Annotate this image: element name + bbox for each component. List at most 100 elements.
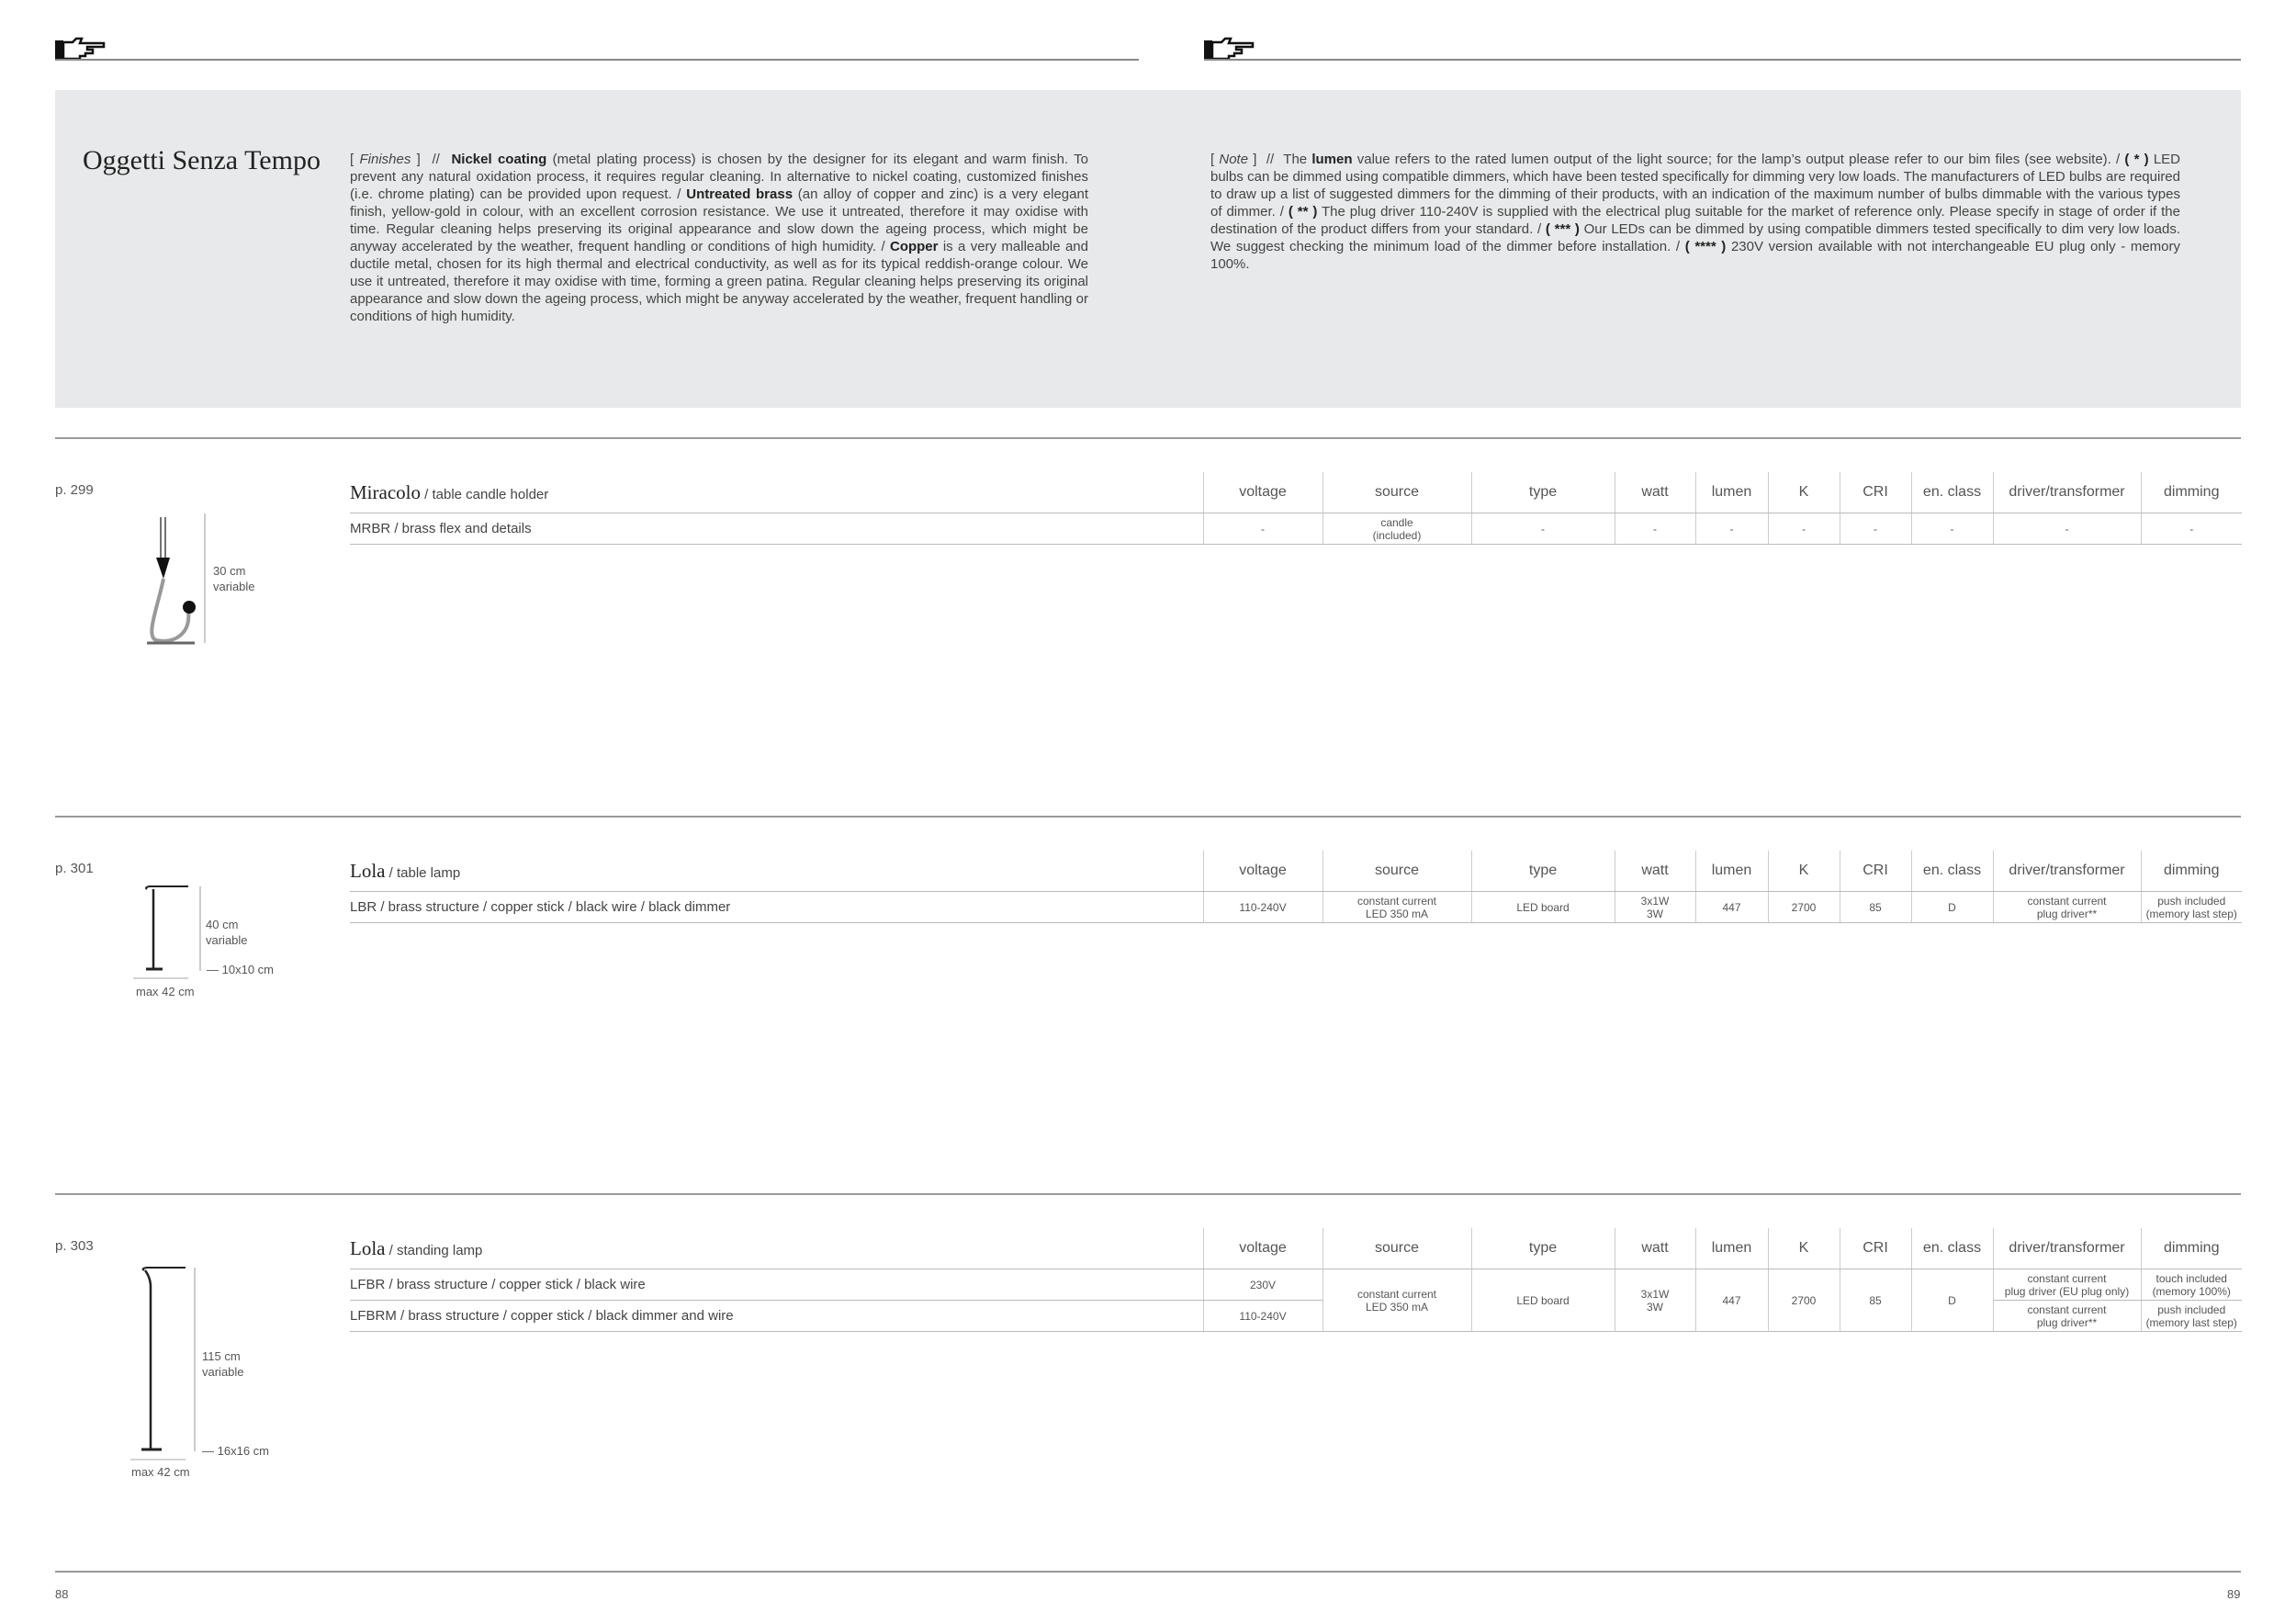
product-title: Lola / table lamp xyxy=(350,851,1203,892)
col-dimming: dimming xyxy=(2140,472,2242,513)
col-lumen: lumen xyxy=(1694,472,1768,513)
lola-standing-max-label: max 42 cm xyxy=(131,1465,190,1479)
product-name: Miracolo xyxy=(350,480,421,503)
nickel-coating-term: Nickel coating xyxy=(451,152,547,167)
cell-dimming: push included (memory last step) xyxy=(2140,891,2242,923)
product-kind: / table candle holder xyxy=(420,486,549,502)
note-marker-1: ( * ) xyxy=(2124,152,2149,167)
finishes-sep: // xyxy=(432,152,440,167)
cell-voltage: 230V xyxy=(1202,1269,1322,1301)
col-cri: CRI xyxy=(1839,851,1911,892)
cell-k: - xyxy=(1767,513,1840,545)
cell-source-l1: candle xyxy=(1380,515,1413,529)
col-watt: watt xyxy=(1614,851,1695,892)
cell-en-class: D xyxy=(1910,1269,1993,1332)
cell-source: candle (included) xyxy=(1322,513,1471,545)
cell-watt: - xyxy=(1614,513,1695,545)
cell-dimming: push included (memory last step) xyxy=(2140,1300,2242,1332)
cell-voltage: 110-240V xyxy=(1202,891,1322,923)
cell-driver: - xyxy=(1992,513,2141,545)
lola-standing-height-note: variable xyxy=(202,1365,244,1379)
cell-dimming-l1: push included xyxy=(2157,1303,2226,1316)
untreated-brass-term: Untreated brass xyxy=(686,186,793,202)
cell-watt-l2: 3W xyxy=(1647,1300,1663,1314)
copper-term: Copper xyxy=(889,239,939,254)
note-sep: // xyxy=(1266,152,1275,167)
miracolo-height-label: 30 cm variable xyxy=(213,563,255,594)
section-divider-1 xyxy=(55,437,2241,439)
col-cri: CRI xyxy=(1839,472,1911,513)
cell-driver-l2: plug driver** xyxy=(2036,1315,2098,1329)
col-source: source xyxy=(1322,851,1471,892)
note-paragraph: [ Note ] // The lumen value refers to th… xyxy=(1210,152,2181,272)
cell-dimming-l2: (memory 100%) xyxy=(2152,1284,2231,1298)
page-ref-lola-table: p. 301 xyxy=(55,861,94,876)
cell-type: LED board xyxy=(1470,891,1615,923)
table-row: LFBR / brass structure / copper stick / … xyxy=(350,1269,2242,1332)
col-driver: driver/transformer xyxy=(1992,851,2141,892)
lola-table-base: 10x10 cm xyxy=(221,963,274,976)
cell-dimming: - xyxy=(2140,513,2242,545)
cell-cri: - xyxy=(1839,513,1911,545)
cell-dimming-l1: touch included xyxy=(2155,1271,2227,1285)
product-code: LFBR / brass structure / copper stick / … xyxy=(350,1269,1203,1301)
col-en-class: en. class xyxy=(1910,851,1993,892)
miracolo-height: 30 cm xyxy=(213,564,246,578)
col-k: K xyxy=(1767,472,1840,513)
product-title: Lola / standing lamp xyxy=(350,1228,1203,1269)
page-ref-miracolo: p. 299 xyxy=(55,482,94,498)
pointing-hand-icon-left xyxy=(55,37,106,61)
cell-source: constant current LED 350 mA xyxy=(1322,891,1471,923)
cell-type: LED board xyxy=(1470,1269,1615,1332)
cell-voltage: - xyxy=(1202,513,1322,545)
col-k: K xyxy=(1767,851,1840,892)
product-title: Miracolo / table candle holder xyxy=(350,472,1203,513)
col-voltage: voltage xyxy=(1202,1228,1322,1269)
table-row: MRBR / brass flex and details - candle (i… xyxy=(350,513,2242,545)
brand-title: Oggetti Senza Tempo xyxy=(83,145,321,175)
lola-table-height-label: 40 cm variable xyxy=(206,917,248,948)
cell-cri: 85 xyxy=(1839,1269,1911,1332)
cell-source: constant current LED 350 mA xyxy=(1322,1269,1471,1332)
lola-standing-base: 16x16 cm xyxy=(217,1444,269,1458)
cell-lumen: - xyxy=(1694,513,1768,545)
lola-table-max-label: max 42 cm xyxy=(136,985,195,998)
col-driver: driver/transformer xyxy=(1992,472,2141,513)
lola-table-base-label: — 10x10 cm xyxy=(207,963,274,976)
lola-table-height-note: variable xyxy=(206,933,248,947)
cell-dimming-l2: (memory last step) xyxy=(2145,907,2237,920)
finishes-paragraph: [ Finishes ] // Nickel coating (metal pl… xyxy=(350,152,1088,324)
cell-voltage: 110-240V xyxy=(1202,1300,1322,1332)
cell-source-l2: (included) xyxy=(1372,528,1422,542)
cell-k: 2700 xyxy=(1767,891,1840,923)
col-voltage: voltage xyxy=(1202,851,1322,892)
lumen-term: lumen xyxy=(1311,152,1353,167)
spec-table-lola-standing: Lola / standing lamp voltage source type… xyxy=(350,1228,2242,1332)
col-k: K xyxy=(1767,1228,1840,1269)
col-source: source xyxy=(1322,1228,1471,1269)
cell-lumen: 447 xyxy=(1694,1269,1768,1332)
lola-standing-height: 115 cm xyxy=(202,1349,241,1363)
section-divider-3 xyxy=(55,1193,2241,1195)
col-dimming: dimming xyxy=(2140,851,2242,892)
miracolo-height-note: variable xyxy=(213,580,255,593)
cell-watt-l2: 3W xyxy=(1647,907,1663,920)
lola-standing-height-label: 115 cm variable xyxy=(202,1348,244,1380)
cell-driver-l2: plug driver** xyxy=(2036,907,2098,920)
product-name: Lola xyxy=(350,859,386,882)
page-number-right: 89 xyxy=(2227,1587,2241,1601)
product-kind: / standing lamp xyxy=(385,1242,483,1258)
spec-table-lola-table: Lola / table lamp voltage source type wa… xyxy=(350,851,2242,923)
footer-rule xyxy=(55,1571,2241,1573)
pointing-hand-icon-right xyxy=(1204,37,1255,61)
spec-table-miracolo: Miracolo / table candle holder voltage s… xyxy=(350,472,2242,545)
col-dimming: dimming xyxy=(2140,1228,2242,1269)
cell-dimming-l1: push included xyxy=(2157,894,2226,908)
lola-table-height: 40 cm xyxy=(206,918,239,931)
cell-source-l2: LED 350 mA xyxy=(1365,1300,1429,1314)
product-code: LFBRM / brass structure / copper stick /… xyxy=(350,1300,1203,1332)
note-marker-3: ( *** ) xyxy=(1545,221,1580,237)
finishes-label: Finishes xyxy=(359,152,411,167)
header-rule-left xyxy=(55,59,1139,61)
section-divider-2 xyxy=(55,816,2241,818)
